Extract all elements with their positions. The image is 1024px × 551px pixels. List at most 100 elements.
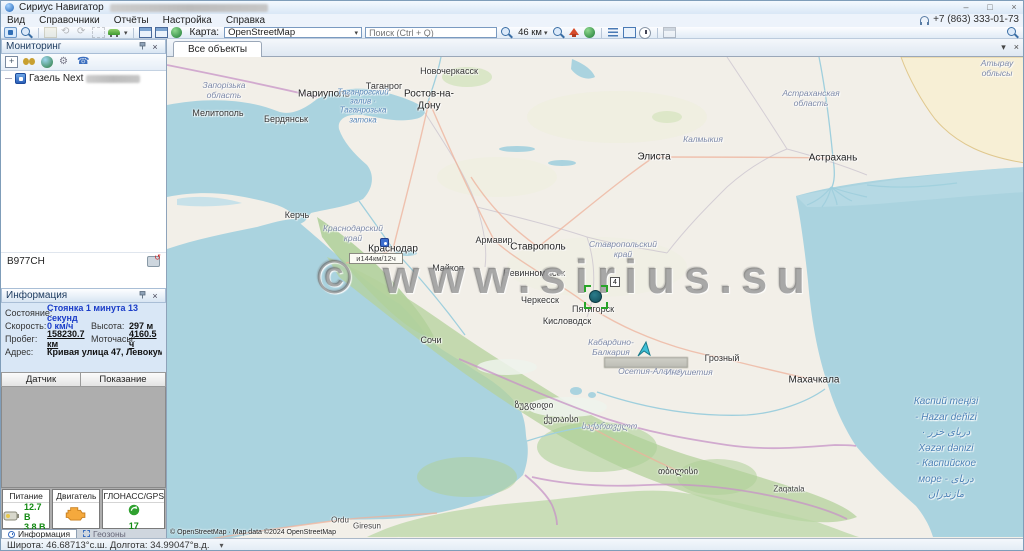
toolbar: ▾ Карта: OpenStreetMap ▾ 46 км ▾ — [1, 27, 1024, 39]
clock-icon — [8, 531, 15, 538]
phone-icon[interactable]: ☎ — [77, 56, 90, 68]
tab-all-objects[interactable]: Все объекты — [173, 41, 262, 57]
home-view-icon[interactable] — [568, 27, 581, 38]
close-panel-icon[interactable]: × — [149, 291, 161, 301]
title-redacted-text — [110, 4, 268, 12]
hours-value[interactable]: 4160.5 ч — [129, 329, 162, 349]
glonass-icon — [128, 503, 140, 521]
sensor-table-header: Датчик Показание — [1, 372, 166, 387]
minimize-button[interactable]: – — [959, 2, 973, 13]
fit-bounds-icon[interactable] — [623, 27, 636, 38]
vehicle-label-redacted — [604, 357, 688, 368]
tab-list-caret-icon[interactable]: ▾ — [1001, 42, 1006, 53]
menu-settings[interactable]: Настройка — [163, 15, 212, 26]
globe-icon[interactable] — [171, 27, 183, 38]
sensor-column[interactable]: Датчик — [1, 372, 81, 387]
engine-card: Двигатель — [52, 489, 100, 529]
extra-tool-icon[interactable] — [663, 27, 676, 38]
map-provider-select[interactable]: OpenStreetMap ▾ — [224, 27, 362, 38]
tree-item-vehicle[interactable]: Газель Next — [1, 71, 166, 84]
cursor-coordinates: Широта: 46.68713°с.ш. Долгота: 34.99047°… — [7, 540, 209, 551]
status-bar: Широта: 46.68713°с.ш. Долгота: 34.99047°… — [1, 538, 1024, 551]
menu-directories[interactable]: Справочники — [39, 15, 100, 26]
binoculars-icon[interactable] — [23, 56, 36, 68]
map-select-label: Карта: — [190, 27, 220, 38]
pin-icon[interactable] — [137, 291, 149, 301]
split-view-icon[interactable] — [139, 27, 152, 38]
tab-geozones[interactable]: Геозоны — [77, 529, 132, 538]
scale-value: 46 км — [518, 27, 542, 38]
mileage-label: Пробег: — [5, 334, 47, 344]
gps-card: ГЛОНАСС/GPS 17 — [102, 489, 165, 529]
hours-label: Моточасы: — [91, 334, 129, 344]
geozone-icon — [83, 530, 90, 537]
plate-number: В977СН — [7, 256, 147, 267]
map-tabstrip: Все объекты ▾ × — [167, 39, 1024, 57]
track-start-marker[interactable] — [380, 238, 389, 247]
coords-caret-icon[interactable]: ▾ — [219, 541, 223, 550]
address-value: Кривая улица 47, Левокумка, Ста... — [47, 347, 162, 357]
value-column[interactable]: Показание — [81, 372, 166, 387]
select-area-icon[interactable] — [92, 27, 105, 38]
monitoring-icon[interactable] — [4, 27, 17, 38]
vehicle-tree: Газель Next — [1, 71, 166, 252]
pin-icon[interactable] — [137, 42, 149, 52]
menu-reports[interactable]: Отчёты — [114, 15, 149, 26]
legend-list-icon[interactable] — [607, 27, 620, 38]
selection-corner — [601, 285, 608, 292]
search-icon[interactable] — [20, 27, 33, 38]
back-view-icon[interactable] — [60, 27, 73, 38]
speed-label: Скорость: — [5, 321, 47, 331]
search-input[interactable] — [365, 27, 497, 38]
global-search-icon[interactable] — [1006, 27, 1019, 38]
power-card: Питание 12.7 В 3.8 В — [2, 489, 50, 529]
track-distance-tooltip: и144км/12ч — [349, 253, 403, 264]
tree-branch — [5, 78, 12, 79]
expand-all-icon[interactable] — [5, 56, 18, 68]
battery-icon — [3, 509, 21, 527]
vehicle-icon[interactable] — [108, 27, 121, 38]
selection-corner — [601, 302, 608, 309]
world-view-icon[interactable] — [584, 27, 596, 38]
tab-close-icon[interactable]: × — [1014, 42, 1019, 53]
information-title: Информация — [6, 290, 137, 301]
vehicle-name-redacted — [86, 75, 140, 83]
content-area: Мониторинг × ⚙ ☎ Газель Next — [1, 39, 1024, 538]
title-bar: Сириус Навигатор – □ × — [1, 1, 1024, 14]
selection-corner — [584, 302, 591, 309]
tab-information[interactable]: Информация — [1, 529, 77, 538]
panels-icon[interactable] — [155, 27, 168, 38]
altitude-label: Высота: — [91, 321, 129, 331]
vehicle-dropdown-caret[interactable]: ▾ — [124, 29, 128, 37]
maximize-button[interactable]: □ — [983, 2, 997, 13]
scale-selector[interactable]: 46 км ▾ — [518, 27, 547, 38]
forward-view-icon[interactable] — [76, 27, 89, 38]
map-search-icon[interactable] — [500, 27, 513, 38]
support-phone: +7 (863) 333-01-73 — [933, 14, 1019, 25]
state-value: Стоянка 1 минута 13 секунд — [47, 303, 162, 323]
gear-icon[interactable]: ⚙ — [59, 56, 72, 68]
vehicle-position-dot — [589, 290, 602, 303]
tab-geozones-label: Геозоны — [93, 529, 126, 539]
show-on-map-icon[interactable] — [41, 56, 54, 68]
menu-bar: Вид Справочники Отчёты Настройка Справка… — [1, 14, 1024, 27]
close-panel-icon[interactable]: × — [149, 42, 161, 52]
window-title: Сириус Навигатор — [19, 2, 104, 13]
map-panel: Все объекты ▾ × — [167, 39, 1024, 538]
map-canvas[interactable]: МелитопольБердянськЗапорізька областьМар… — [167, 57, 1024, 538]
sidebar: Мониторинг × ⚙ ☎ Газель Next — [1, 39, 167, 538]
close-button[interactable]: × — [1007, 2, 1021, 13]
plate-row[interactable]: В977СН — [1, 252, 166, 270]
engine-icon — [64, 505, 88, 526]
selected-vehicle-marker[interactable] — [584, 285, 608, 309]
state-label: Состояние: — [5, 308, 47, 318]
track-time-icon[interactable] — [639, 27, 652, 38]
map-mode-icon[interactable] — [44, 27, 57, 38]
call-device-icon[interactable] — [147, 256, 160, 267]
vehicle-name: Газель Next — [29, 73, 83, 84]
zoom-in-icon[interactable] — [552, 27, 565, 38]
menu-view[interactable]: Вид — [7, 15, 25, 26]
mileage-value[interactable]: 158230.7 км — [47, 329, 91, 349]
menu-help[interactable]: Справка — [226, 15, 265, 26]
monitoring-title: Мониторинг — [6, 41, 137, 52]
